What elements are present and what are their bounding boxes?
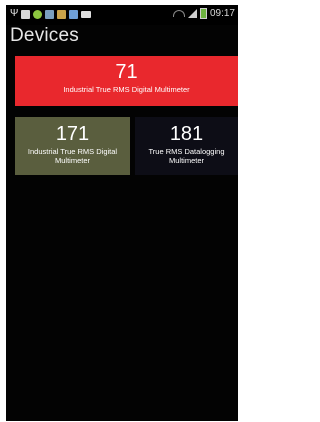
notification-icons: Ψ <box>10 9 91 19</box>
device-name: Industrial True RMS Digital Multimeter <box>63 85 190 94</box>
device-number: 181 <box>169 123 204 145</box>
status-bar: Ψ 09:17 <box>6 5 238 25</box>
gallery-icon <box>57 9 66 19</box>
sd-card-icon <box>21 9 30 19</box>
wifi-icon <box>172 10 185 17</box>
system-icons: 09:17 <box>172 8 235 19</box>
device-number: 171 <box>55 123 90 145</box>
device-name: Industrial True RMS Digital Multimeter <box>27 147 118 165</box>
usb-icon: Ψ <box>10 8 19 19</box>
blackberry-icon <box>81 10 91 18</box>
device-tile-171[interactable]: 171 Industrial True RMS Digital Multimet… <box>15 117 130 175</box>
signal-icon <box>187 9 197 18</box>
page-title: Devices <box>10 25 79 46</box>
device-tile-181[interactable]: 181 True RMS Datalogging Multimeter <box>135 117 238 175</box>
phone-screen: Ψ 09:17 Devices 71 Industrial True RMS D… <box>6 5 238 421</box>
clock: 09:17 <box>209 8 235 19</box>
device-name: True RMS Datalogging Multimeter <box>148 147 225 165</box>
image-icon <box>45 9 54 19</box>
battery-icon <box>199 8 207 19</box>
device-tile-71[interactable]: 71 Industrial True RMS Digital Multimete… <box>15 56 238 106</box>
device-number: 71 <box>115 61 138 83</box>
app-icon <box>33 9 42 19</box>
app-icon <box>69 9 78 19</box>
